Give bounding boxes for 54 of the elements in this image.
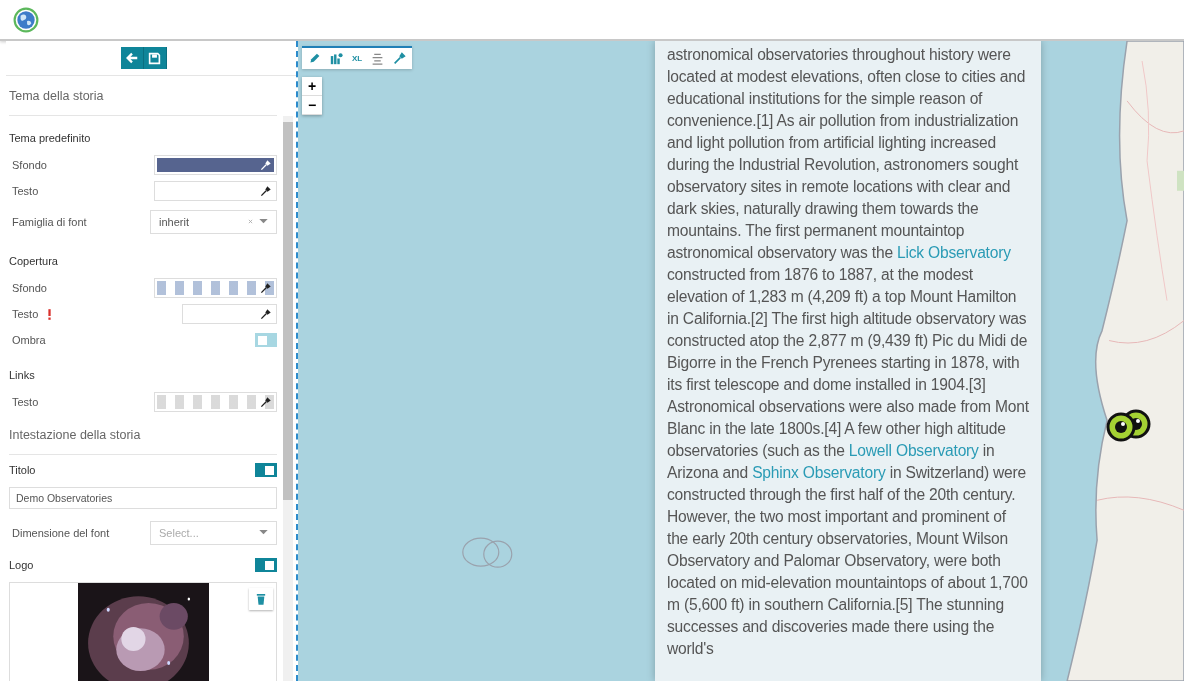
group-title: Links <box>9 368 36 383</box>
color-picker-field[interactable] <box>154 392 277 412</box>
back-button[interactable] <box>120 47 144 69</box>
field-label: Ombra <box>12 334 47 346</box>
eyedropper-icon <box>260 283 271 294</box>
color-picker-field[interactable] <box>154 155 277 175</box>
field-label: Famiglia di font <box>12 215 88 228</box>
trash-icon <box>256 593 266 605</box>
eye-marker-icon[interactable] <box>1106 412 1136 442</box>
group-title: Titolo <box>9 464 37 476</box>
section-title: Intestazione della storia <box>9 427 142 444</box>
pencil-icon[interactable] <box>308 52 321 65</box>
scrollbar[interactable] <box>283 116 293 681</box>
section-title: Tema della storia <box>9 88 105 105</box>
eyedropper-icon <box>260 186 271 197</box>
field-label: Sfondo <box>12 159 48 171</box>
save-icon <box>148 51 161 65</box>
group-title: Copertura <box>9 254 59 269</box>
story-paragraph: astronomical observatories throughout history were located at modest elevations, often close to cities and educational institutions for the simple reason of convenience.[1] As air pollution from industrialization and light pollution from artificial lighting increased during the Industrial Revolution, astronomers sought observatory sites in remote locations with clear and dark skies, naturally drawing them towards the mountains. The first permanent mountaintop astronomical observatory was the Lick Observatory constructed from 1876 to 1887, at the modest elevation of 1,283 m (4,209 ft) a top Mount Hamilton in California.[2] The first high altitude observatory was constructed atop the 2,877 m (9,439 ft) Pic du Midi de Bigorre in the French Pyrenees starting in 1878, with its first telescope and dome installed in 1904.[3] Astronomical observations were also made from Mont Blanc in the late 1800s.[4] A few other high altitude observatories (such as the Lowell Observatory in Arizona and Sphinx Observatory in Switzerland) were constructed through the first half of the 20th century. However, the two most important and prominent of the early 20th century observatories, Mount Wilson Observatory and Palomar Observatory, were both located on mid-elevation mountaintops of about 1,700 m (5,600 ft) in southern California.[5] The stunning successes and discoveries made there using the world's <box>667 45 1029 659</box>
eyedropper-icon <box>260 309 271 320</box>
clear-icon[interactable] <box>248 219 253 224</box>
align-center-icon[interactable] <box>371 52 385 65</box>
eyedropper-icon <box>260 397 271 408</box>
layers-gear-icon[interactable] <box>330 52 343 65</box>
globe-logo-icon[interactable] <box>13 6 39 33</box>
eyedropper-icon <box>260 160 271 171</box>
title-input-field[interactable]: Demo Observatories <box>9 487 277 509</box>
story-link[interactable]: Lick Observatory <box>897 244 1011 261</box>
group-title: Logo <box>9 559 35 571</box>
dropdown[interactable]: Select... <box>150 520 277 545</box>
eyedropper-icon[interactable] <box>393 52 407 65</box>
zoom-in-button[interactable]: + <box>302 77 322 96</box>
caret-icon <box>259 530 268 535</box>
toggle-switch[interactable] <box>255 463 277 477</box>
color-picker-field[interactable] <box>154 181 277 201</box>
caret-icon <box>259 219 268 224</box>
color-picker-field[interactable] <box>182 304 277 324</box>
dropdown[interactable]: inherit <box>150 209 277 234</box>
field-label: Testo <box>12 185 40 197</box>
group-title: Tema predefinito <box>9 131 92 146</box>
field-label: Dimensione del font <box>12 526 111 539</box>
size-button[interactable]: XL <box>352 54 363 63</box>
field-label: Testo <box>12 396 40 408</box>
color-picker-field[interactable] <box>154 278 277 298</box>
zoom-out-button[interactable]: − <box>302 96 322 115</box>
toggle-switch[interactable] <box>255 558 277 572</box>
story-link[interactable]: Lowell Observatory <box>848 442 979 459</box>
story-link[interactable]: Sphinx Observatory <box>752 464 886 481</box>
delete-button[interactable] <box>249 588 273 610</box>
field-label: Sfondo <box>12 282 48 294</box>
arrow-left-icon <box>124 51 139 65</box>
toggle-switch[interactable] <box>255 333 277 347</box>
save-button[interactable] <box>143 47 167 69</box>
field-label: Testo <box>12 308 39 320</box>
